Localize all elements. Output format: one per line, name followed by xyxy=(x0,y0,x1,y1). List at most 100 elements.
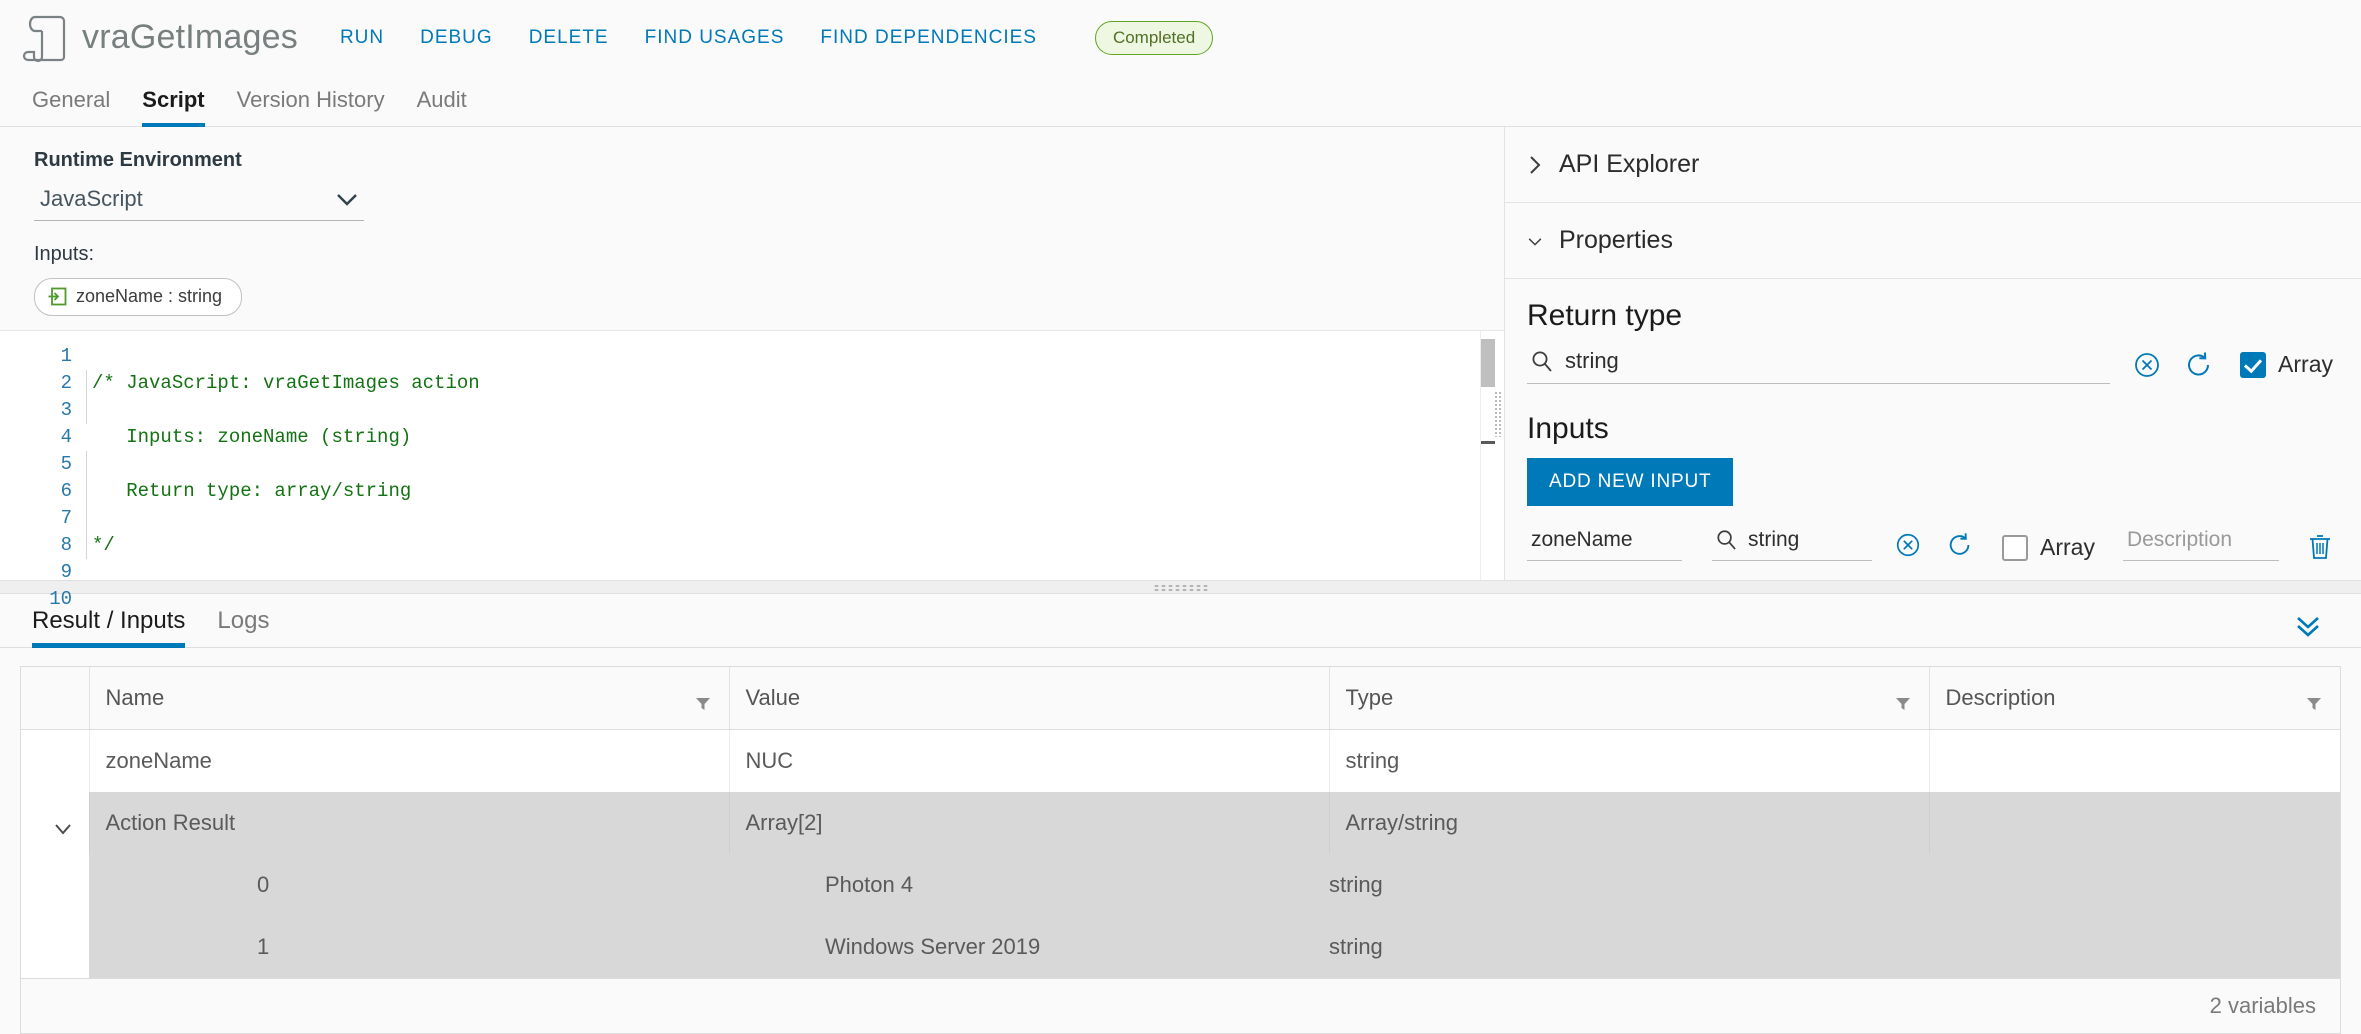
cell-description xyxy=(1929,916,2340,978)
runtime-environment-value: JavaScript xyxy=(40,186,143,212)
variables-table: Name Value xyxy=(20,666,2341,1034)
column-header-name[interactable]: Name xyxy=(89,667,729,730)
runtime-environment-label: Runtime Environment xyxy=(34,149,1504,172)
cell-value: Array[2] xyxy=(729,792,1329,854)
scrollbar-thumb[interactable] xyxy=(1481,339,1495,387)
run-button[interactable]: RUN xyxy=(340,27,384,49)
array-label: Array xyxy=(2040,534,2095,561)
filter-icon[interactable] xyxy=(2306,691,2322,706)
action-editor-page: vraGetImages RUN DEBUG DELETE FIND USAGE… xyxy=(0,0,2361,1034)
table-row[interactable]: Action Result Array[2] Array/string xyxy=(21,792,2340,854)
filter-icon[interactable] xyxy=(1895,691,1911,706)
header-actions: RUN DEBUG DELETE FIND USAGES FIND DEPEND… xyxy=(340,21,1213,55)
cell-value: Windows Server 2019 xyxy=(729,916,1329,978)
chevron-down-icon xyxy=(336,193,358,206)
filter-icon[interactable] xyxy=(695,691,711,706)
column-label-type: Type xyxy=(1346,685,1394,711)
table-header-row: Name Value xyxy=(21,667,2340,730)
table-row[interactable]: zoneName NUC string xyxy=(21,730,2340,793)
tab-script[interactable]: Script xyxy=(126,87,220,126)
add-new-input-button[interactable]: ADD NEW INPUT xyxy=(1527,458,1733,506)
refresh-icon[interactable] xyxy=(1946,531,1976,561)
chevron-down-icon[interactable] xyxy=(53,816,73,830)
cell-type: Array/string xyxy=(1329,792,1929,854)
column-header-value[interactable]: Value xyxy=(729,667,1329,730)
table-row[interactable]: 0 Photon 4 string xyxy=(21,854,2340,916)
trash-icon[interactable] xyxy=(2307,533,2333,561)
row-expander xyxy=(21,916,89,978)
cell-name: zoneName xyxy=(89,730,729,793)
debug-button[interactable]: DEBUG xyxy=(420,27,493,49)
cell-description xyxy=(1929,854,2340,916)
line-number: 5 xyxy=(0,451,72,478)
runtime-environment-block: Runtime Environment JavaScript xyxy=(0,127,1504,221)
results-tabs: Result / Inputs Logs xyxy=(0,594,2361,648)
code-line: Inputs: zoneName (string) xyxy=(86,424,1504,451)
column-label-value: Value xyxy=(746,685,801,711)
input-name-field[interactable]: zoneName xyxy=(1527,528,1682,561)
cell-value: NUC xyxy=(729,730,1329,793)
api-explorer-accordion[interactable]: API Explorer xyxy=(1505,127,2361,203)
row-expander[interactable] xyxy=(21,792,89,854)
input-array-checkbox[interactable]: Array xyxy=(2002,534,2095,561)
editor-inputs-label: Inputs: xyxy=(0,221,1504,266)
line-number: 2 xyxy=(0,370,72,397)
code-content: /* JavaScript: vraGetImages action Input… xyxy=(86,343,1504,580)
chevron-right-icon xyxy=(1527,154,1543,176)
return-type-value: string xyxy=(1565,348,1619,374)
input-row: zoneName string xyxy=(1527,528,2333,561)
clear-circle-icon[interactable] xyxy=(1894,531,1924,561)
resizer-grip-icon xyxy=(1153,584,1209,591)
cell-description xyxy=(1929,792,2340,854)
tab-result-inputs[interactable]: Result / Inputs xyxy=(16,607,201,647)
delete-button[interactable]: DELETE xyxy=(529,27,609,49)
tab-logs[interactable]: Logs xyxy=(201,607,285,647)
editor-vertical-scrollbar[interactable] xyxy=(1480,331,1494,580)
code-line: /* JavaScript: vraGetImages action xyxy=(86,370,1504,397)
code-scroll-area[interactable]: /* JavaScript: vraGetImages action Input… xyxy=(86,331,1504,580)
return-type-row: string xyxy=(1527,345,2333,384)
results-pane: Result / Inputs Logs xyxy=(0,594,2361,1034)
checkbox-checked-icon xyxy=(2240,352,2266,378)
panel-resizer[interactable] xyxy=(0,580,2361,594)
line-number: 1 xyxy=(0,343,72,370)
column-header-type[interactable]: Type xyxy=(1329,667,1929,730)
line-number: 4 xyxy=(0,424,72,451)
script-document-icon xyxy=(22,13,68,63)
editor-resize-grip[interactable] xyxy=(1494,391,1502,437)
tab-audit[interactable]: Audit xyxy=(401,87,483,126)
find-dependencies-button[interactable]: FIND DEPENDENCIES xyxy=(820,27,1037,49)
line-number-gutter: 1 2 3 4 5 6 7 8 9 10 xyxy=(0,331,86,580)
runtime-environment-select[interactable]: JavaScript xyxy=(34,182,364,221)
code-editor[interactable]: 1 2 3 4 5 6 7 8 9 10 /* JavaScript: vraG… xyxy=(0,330,1504,580)
cell-value: Photon 4 xyxy=(729,854,1329,916)
input-description-field[interactable]: Description xyxy=(2123,528,2279,561)
clear-circle-icon[interactable] xyxy=(2132,350,2162,380)
status-badge: Completed xyxy=(1095,21,1213,55)
main-tabs: General Script Version History Audit xyxy=(0,75,2361,127)
tab-general[interactable]: General xyxy=(16,87,126,126)
input-chip-zonename[interactable]: zoneName : string xyxy=(34,278,242,316)
column-header-description[interactable]: Description xyxy=(1929,667,2340,730)
tab-version-history[interactable]: Version History xyxy=(221,87,401,126)
page-title: vraGetImages xyxy=(82,18,298,57)
cell-index: 1 xyxy=(89,916,729,978)
properties-pane: API Explorer Properties Return type xyxy=(1505,127,2361,580)
refresh-icon[interactable] xyxy=(2184,350,2214,380)
table-row[interactable]: 1 Windows Server 2019 string xyxy=(21,916,2340,978)
table-footer: 2 variables xyxy=(21,978,2340,1033)
return-type-input[interactable]: string xyxy=(1527,345,2110,384)
line-number: 9 xyxy=(0,559,72,586)
row-expander xyxy=(21,854,89,916)
return-type-title: Return type xyxy=(1527,299,2333,333)
inputs-section: Inputs ADD NEW INPUT zoneName string xyxy=(1505,384,2361,561)
expander-header xyxy=(21,667,89,730)
scrollbar-marker xyxy=(1481,441,1495,444)
properties-accordion[interactable]: Properties xyxy=(1505,203,2361,279)
double-chevron-down-icon[interactable] xyxy=(2291,613,2325,639)
column-label-name: Name xyxy=(106,685,165,711)
column-label-description: Description xyxy=(1946,685,2056,711)
find-usages-button[interactable]: FIND USAGES xyxy=(645,27,785,49)
input-type-field[interactable]: string xyxy=(1712,528,1872,561)
return-type-array-checkbox[interactable]: Array xyxy=(2240,351,2333,378)
